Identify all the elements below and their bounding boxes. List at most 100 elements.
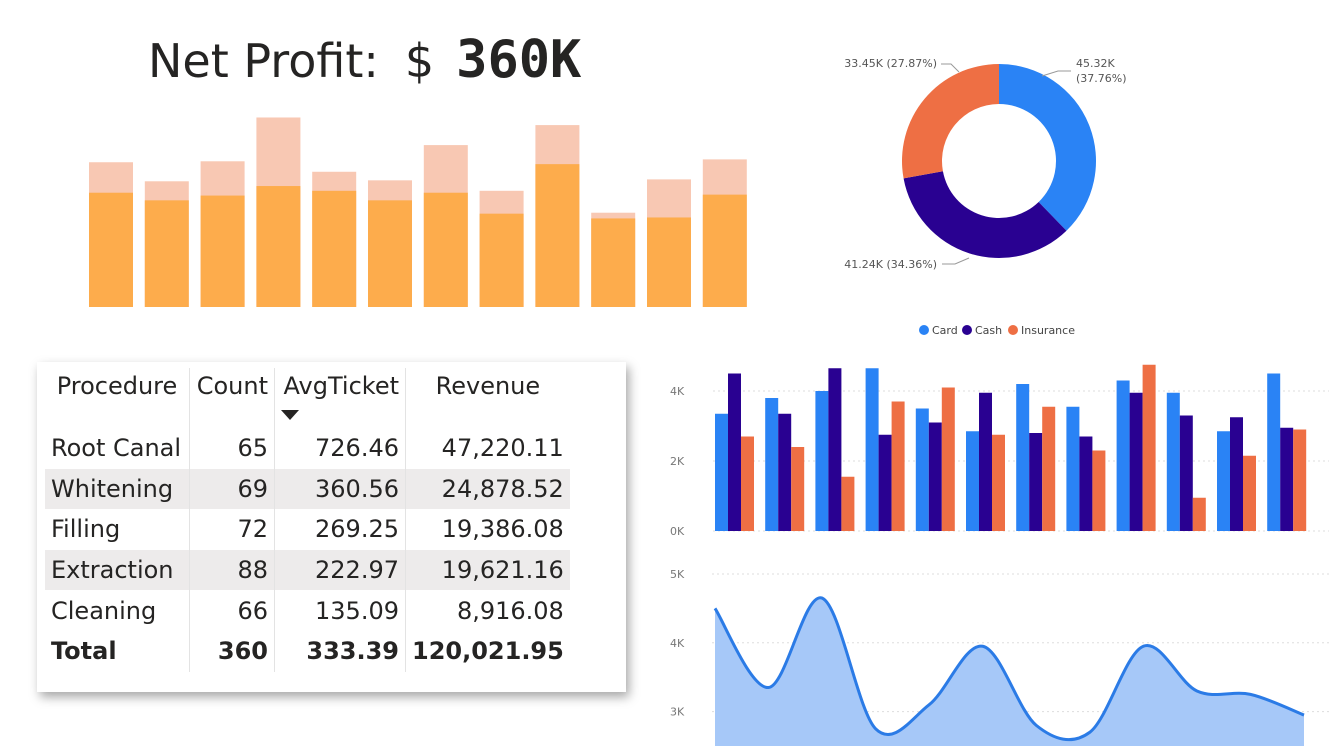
y-tick-label: 2K (670, 455, 685, 468)
payment-bar-chart: 0K 2K 4K (670, 364, 1329, 538)
cell-count: 88 (189, 549, 275, 591)
cell-revenue: 8,916.08 (404, 590, 570, 631)
cell-count: 66 (189, 590, 275, 631)
bar-insurance[interactable] (891, 401, 905, 532)
bar-card[interactable] (1217, 431, 1230, 531)
profit-bar-front[interactable] (423, 192, 468, 307)
bar-cash[interactable] (778, 413, 792, 531)
bar-cash[interactable] (728, 373, 741, 532)
profit-bar-front[interactable] (89, 192, 133, 307)
profit-bar-chart (89, 117, 747, 307)
y-tick-label: 0K (670, 525, 685, 538)
legend-label-card[interactable]: Card (932, 324, 958, 337)
profit-bar-front[interactable] (144, 200, 189, 307)
cell-revenue: 19,386.08 (404, 509, 570, 550)
kpi-currency: $ (404, 34, 435, 88)
table-row: Filling 72 269.25 19,386.08 (45, 509, 570, 550)
profit-bar-front[interactable] (702, 194, 747, 307)
bar-insurance[interactable] (1293, 429, 1307, 532)
y-tick-label: 3K (670, 706, 685, 719)
bar-cash[interactable] (878, 434, 892, 531)
donut-slice-cash[interactable] (903, 171, 1067, 258)
bar-card[interactable] (1166, 392, 1180, 531)
cell-procedure: Root Canal (51, 434, 182, 463)
bar-insurance[interactable] (741, 436, 754, 532)
donut-slice-insurance[interactable] (902, 64, 999, 179)
y-tick-label: 5K (670, 568, 685, 581)
sort-descending-icon[interactable] (281, 410, 299, 420)
legend-marker-cash[interactable] (962, 325, 972, 335)
bar-cash[interactable] (1029, 433, 1043, 531)
cell-revenue: 24,878.52 (404, 468, 570, 510)
legend-marker-card[interactable] (919, 325, 929, 335)
bar-card[interactable] (915, 408, 929, 532)
profit-bar-front[interactable] (312, 190, 357, 307)
bar-insurance[interactable] (992, 434, 1005, 531)
cell-avgticket: 269.25 (274, 509, 406, 550)
profit-bar-front[interactable] (200, 195, 245, 307)
cell-avgticket: 135.09 (274, 590, 406, 631)
bar-card[interactable] (1267, 373, 1281, 532)
bar-card[interactable] (1016, 384, 1030, 531)
profit-bar-front[interactable] (479, 213, 524, 307)
y-tick-label: 4K (670, 637, 685, 650)
col-header-procedure[interactable]: Procedure (45, 368, 190, 428)
bar-insurance[interactable] (941, 387, 955, 532)
bar-card[interactable] (1116, 380, 1130, 532)
procedure-table-card: Procedure Count AvgTicket Revenue Root C… (37, 362, 626, 692)
net-profit-kpi: Net Profit: $ 360K (148, 30, 581, 94)
col-header-revenue[interactable]: Revenue (404, 368, 570, 428)
bar-card[interactable] (815, 391, 829, 531)
table-row: Root Canal 65 726.46 47,220.11 (45, 428, 570, 469)
bar-card[interactable] (865, 368, 879, 531)
table-row: Extraction 88 222.97 19,621.16 (45, 549, 570, 591)
bar-cash[interactable] (828, 368, 842, 531)
bar-card[interactable] (715, 413, 728, 531)
kpi-label: Net Profit: (148, 34, 379, 88)
profit-bar-front[interactable] (256, 186, 301, 307)
bar-insurance[interactable] (841, 476, 855, 531)
bar-insurance[interactable] (1142, 364, 1156, 531)
cell-revenue: 19,621.16 (404, 549, 570, 591)
bar-cash[interactable] (1129, 392, 1143, 531)
bar-cash[interactable] (928, 422, 942, 532)
bar-insurance[interactable] (791, 447, 805, 531)
payment-donut-chart: 45.32K (37.76%) 41.24K (34.36%) 33.45K (27.… (844, 57, 1126, 337)
donut-label-insurance: 33.45K (27.87%) (844, 57, 937, 70)
bar-cash[interactable] (1079, 436, 1093, 532)
table-row: Cleaning 66 135.09 8,916.08 (45, 590, 570, 631)
donut-label-card: 45.32K (1076, 57, 1115, 70)
col-header-avgticket[interactable]: AvgTicket (274, 368, 406, 428)
cell-avgticket: 726.46 (274, 428, 406, 469)
col-header-avgticket-label: AvgTicket (283, 372, 399, 400)
bar-card[interactable] (1066, 406, 1080, 531)
bar-card[interactable] (966, 431, 979, 531)
donut-slice-card[interactable] (999, 64, 1096, 231)
bar-insurance[interactable] (1243, 455, 1256, 531)
cell-procedure: Whitening (45, 468, 190, 510)
legend-marker-insurance[interactable] (1008, 325, 1018, 335)
total-revenue: 120,021.95 (404, 630, 570, 672)
col-header-count[interactable]: Count (189, 368, 275, 428)
table-row: Whitening 69 360.56 24,878.52 (45, 468, 570, 510)
cell-procedure: Cleaning (51, 596, 157, 625)
cell-count: 72 (189, 509, 275, 550)
bar-cash[interactable] (1280, 427, 1294, 531)
cell-count: 65 (189, 428, 275, 469)
profit-bar-front[interactable] (535, 164, 580, 307)
profit-bar-front[interactable] (591, 218, 636, 307)
legend-label-cash[interactable]: Cash (975, 324, 1002, 337)
bar-insurance[interactable] (1192, 497, 1206, 531)
profit-bar-front[interactable] (368, 200, 412, 307)
bar-insurance[interactable] (1092, 450, 1106, 532)
total-label: Total (51, 637, 117, 666)
bar-cash[interactable] (1230, 417, 1243, 531)
legend-label-insurance[interactable]: Insurance (1021, 324, 1075, 337)
total-count: 360 (189, 630, 275, 672)
bar-insurance[interactable] (1042, 406, 1056, 531)
bar-cash[interactable] (1179, 415, 1193, 532)
bar-cash[interactable] (979, 392, 992, 531)
bar-card[interactable] (765, 398, 779, 531)
profit-bar-front[interactable] (647, 217, 691, 307)
cell-procedure: Filling (51, 515, 121, 544)
